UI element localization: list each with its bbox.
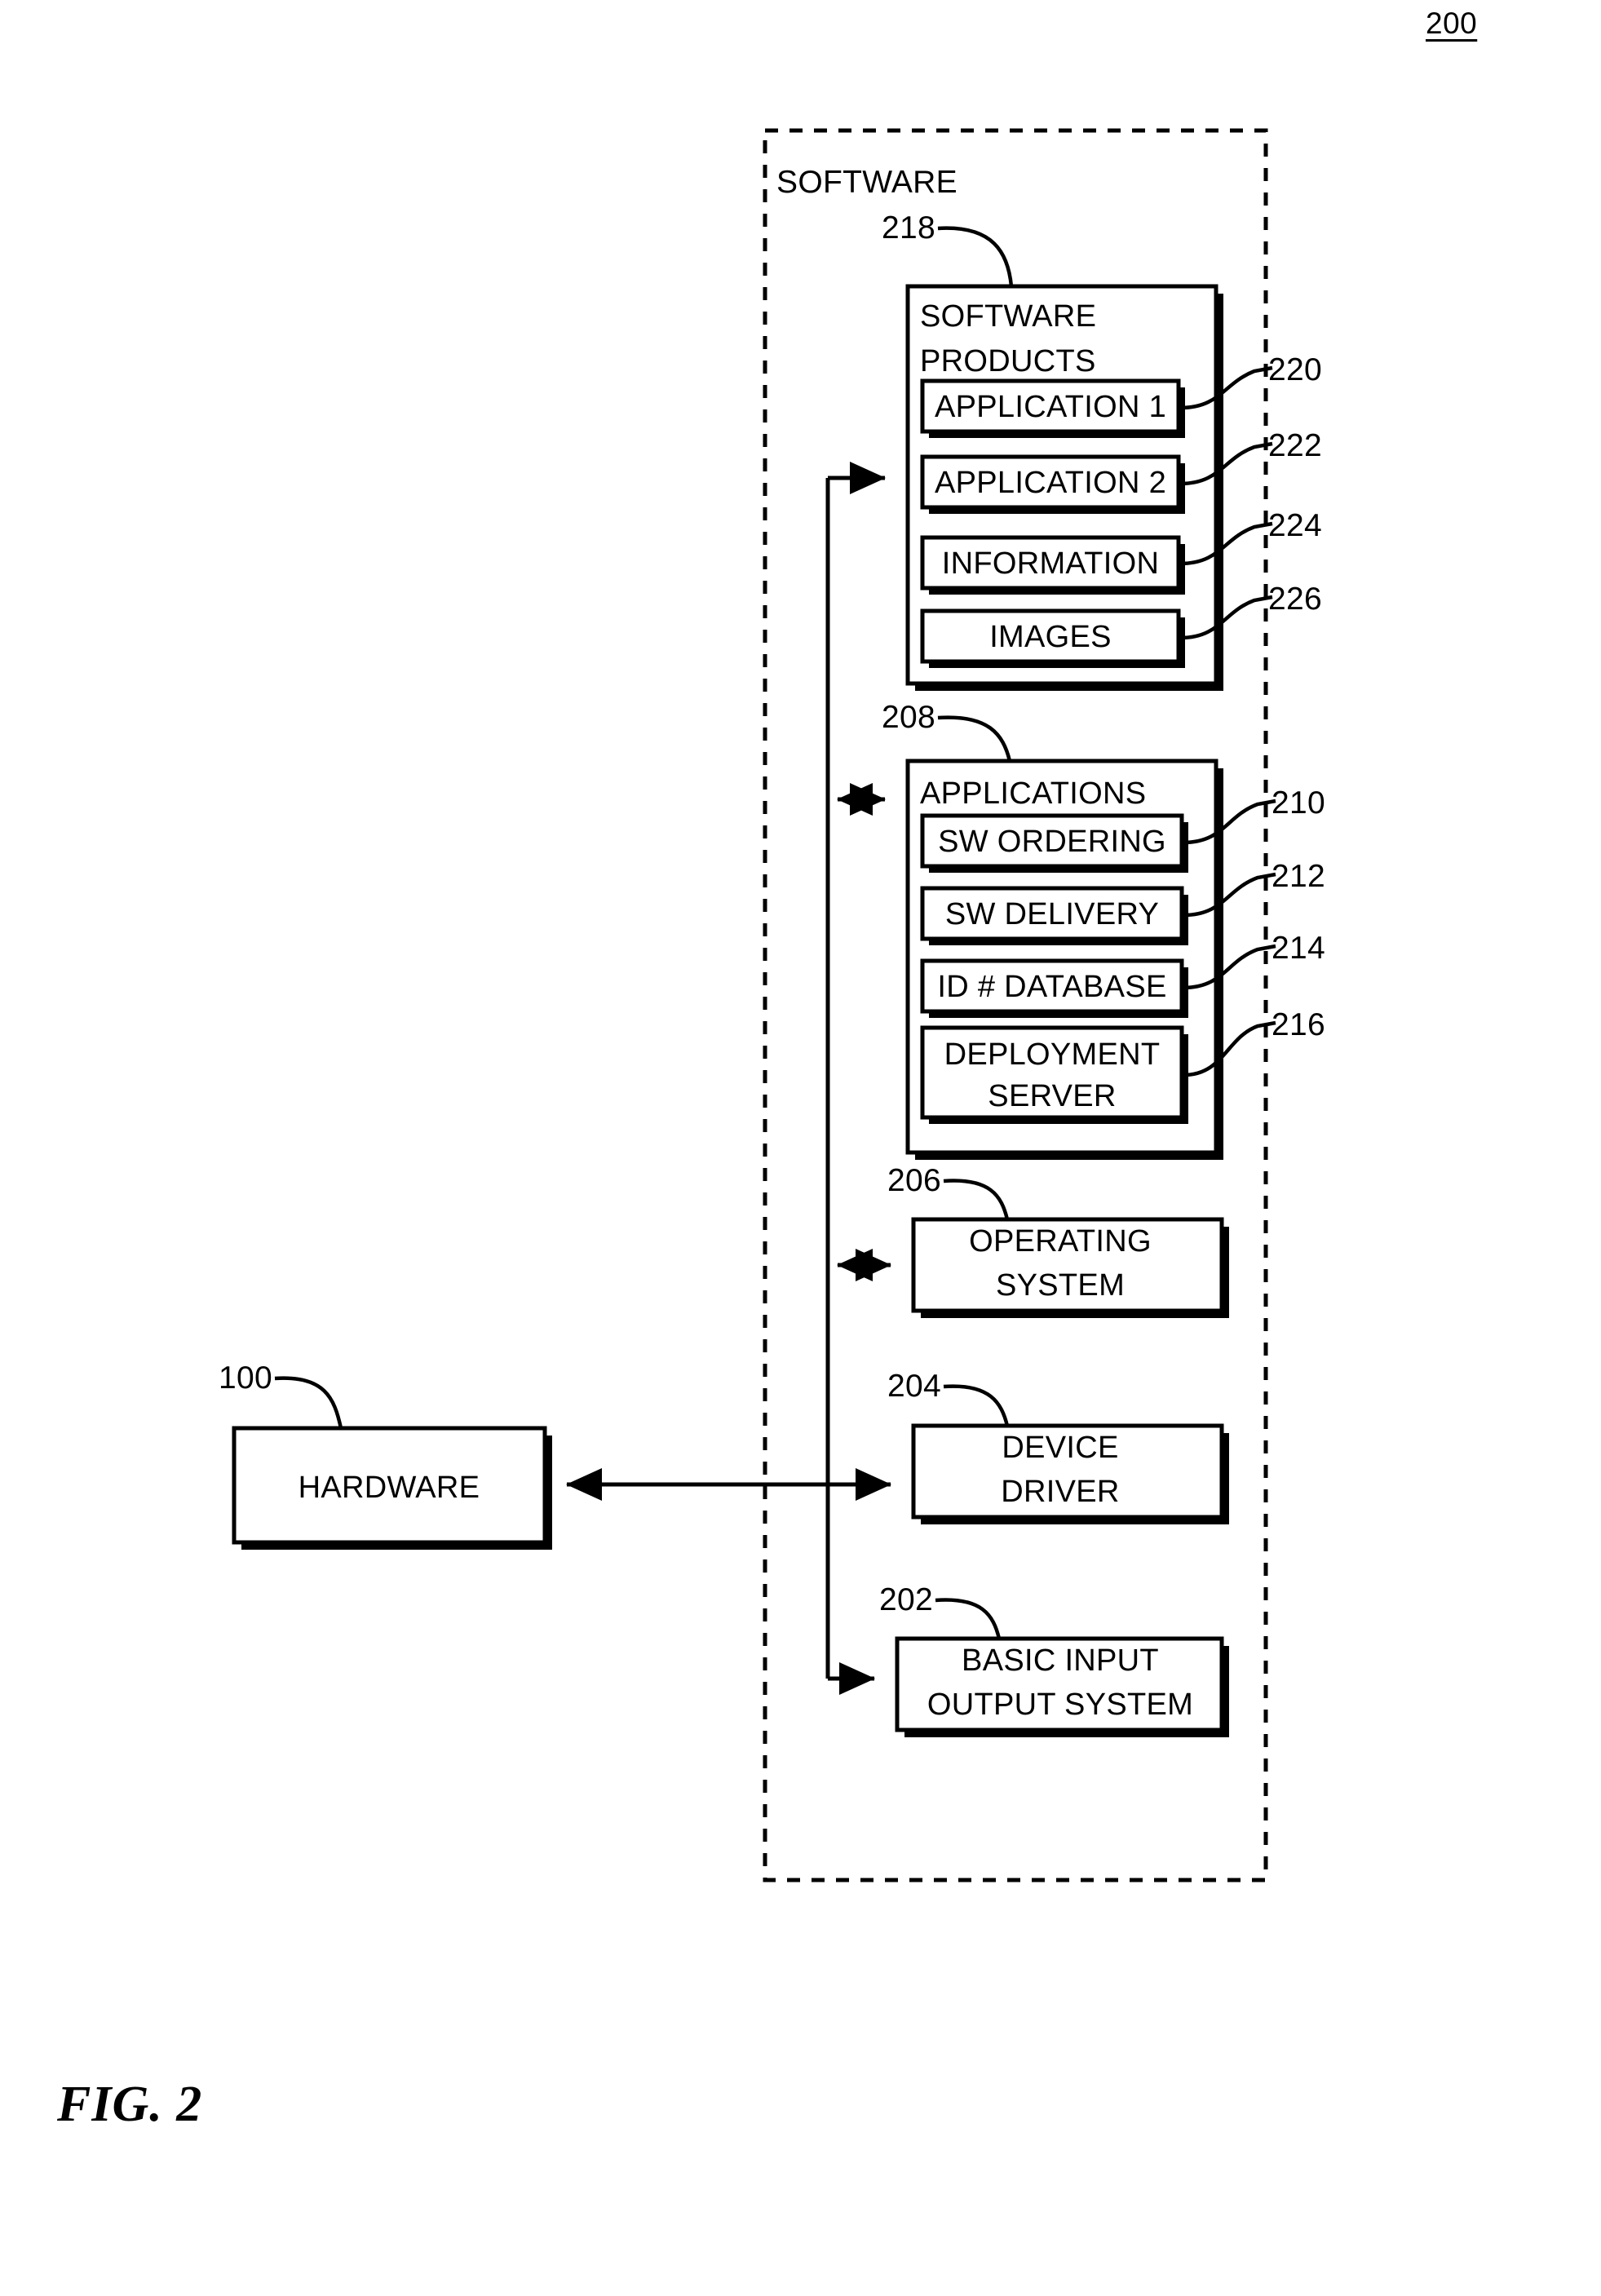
sw-ordering-label: SW ORDERING — [938, 825, 1166, 859]
application-2-label: APPLICATION 2 — [935, 466, 1166, 500]
reference-number-222: 222 — [1268, 428, 1322, 463]
figure-caption: FIG. 2 — [57, 2077, 203, 2132]
deployment-server-label-line1: DEPLOYMENT — [944, 1037, 1161, 1072]
reference-number-220: 220 — [1268, 352, 1322, 387]
reference-number-212: 212 — [1272, 859, 1325, 894]
application-1-label: APPLICATION 1 — [935, 390, 1166, 424]
reference-number-214: 214 — [1272, 931, 1325, 966]
images-label: IMAGES — [989, 620, 1112, 654]
leader-208 — [937, 715, 1012, 762]
operating-system-label-line1: OPERATING — [969, 1224, 1152, 1259]
reference-number-224: 224 — [1268, 508, 1322, 543]
device-driver-label-line1: DEVICE — [1002, 1431, 1118, 1465]
leader-218 — [937, 226, 1014, 287]
device-driver-label-line2: DRIVER — [1001, 1475, 1119, 1509]
patent-diagram-canvas: SOFTWARE SOFTWARE PRODUCTS APPLICATION 1… — [219, 128, 1325, 1882]
reference-number-210: 210 — [1272, 785, 1325, 821]
figure-root: 200 SOFTWARE SOFTWARE PRODUCTS APPLICATI… — [0, 0, 1601, 2296]
information-label: INFORMATION — [942, 546, 1159, 581]
reference-number-218: 218 — [882, 210, 935, 246]
software-products-title-line2: PRODUCTS — [920, 344, 1096, 378]
leader-204 — [943, 1384, 1010, 1427]
leader-202 — [935, 1598, 1002, 1639]
id-number-database-label: ID # DATABASE — [937, 970, 1166, 1004]
reference-number-202: 202 — [879, 1582, 933, 1617]
leader-100 — [274, 1376, 343, 1429]
bios-label-line1: BASIC INPUT — [962, 1643, 1159, 1678]
deployment-server-label-line2: SERVER — [988, 1079, 1116, 1113]
reference-number-100: 100 — [219, 1360, 272, 1396]
operating-system-label-line2: SYSTEM — [996, 1268, 1125, 1303]
hardware-label: HARDWARE — [299, 1471, 480, 1505]
software-products-title-line1: SOFTWARE — [920, 299, 1096, 334]
reference-number-208: 208 — [882, 700, 935, 735]
reference-number-206: 206 — [887, 1163, 941, 1198]
reference-number-226: 226 — [1268, 582, 1322, 617]
leader-206 — [943, 1179, 1010, 1220]
applications-title: APPLICATIONS — [920, 776, 1146, 811]
reference-number-216: 216 — [1272, 1007, 1325, 1042]
reference-number-204: 204 — [887, 1369, 941, 1404]
sw-delivery-label: SW DELIVERY — [945, 897, 1159, 931]
bios-label-line2: OUTPUT SYSTEM — [927, 1688, 1193, 1722]
software-boundary-label: SOFTWARE — [776, 165, 958, 200]
